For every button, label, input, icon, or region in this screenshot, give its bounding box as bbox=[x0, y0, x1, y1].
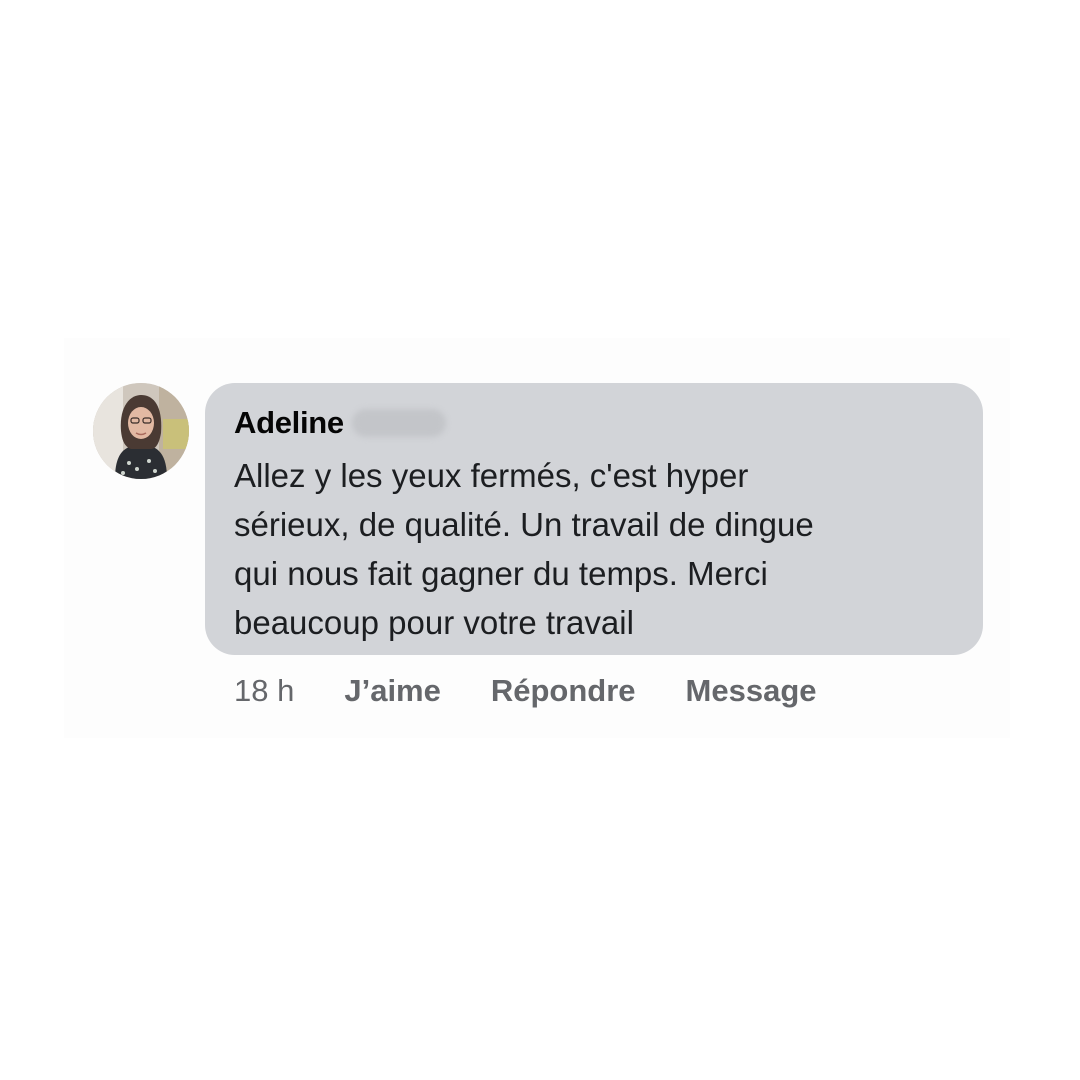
author-name[interactable]: Adeline bbox=[234, 405, 344, 441]
comment-bubble: Adeline Allez y les yeux fermés, c'est h… bbox=[205, 383, 983, 655]
like-button[interactable]: J’aime bbox=[344, 673, 441, 709]
profile-photo-icon bbox=[93, 383, 189, 479]
blurred-surname bbox=[351, 409, 446, 437]
comment-actions: 18 h J’aime Répondre Message bbox=[234, 668, 817, 714]
comment-timestamp[interactable]: 18 h bbox=[234, 673, 294, 709]
comment-text: Allez y les yeux fermés, c'est hyper sér… bbox=[234, 457, 814, 641]
reply-button[interactable]: Répondre bbox=[491, 673, 636, 709]
avatar[interactable] bbox=[93, 383, 189, 479]
page: Adeline Allez y les yeux fermés, c'est h… bbox=[0, 0, 1080, 1080]
message-button[interactable]: Message bbox=[686, 673, 817, 709]
author-row: Adeline bbox=[234, 403, 446, 443]
